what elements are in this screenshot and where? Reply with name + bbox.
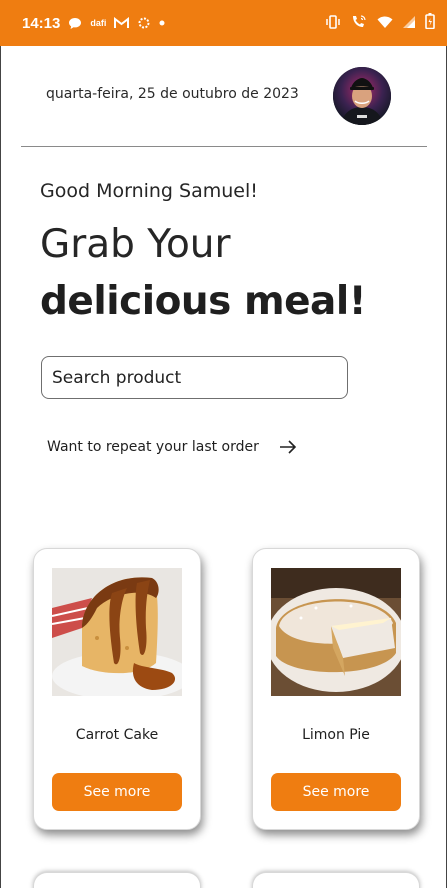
signal-icon (402, 14, 416, 33)
gmail-icon (114, 17, 130, 29)
search-box[interactable] (41, 356, 348, 399)
repeat-order-link[interactable]: Want to repeat your last order (47, 438, 297, 456)
product-card-carrot-cake[interactable]: Carrot Cake See more (33, 548, 201, 830)
status-time: 14:13 (22, 14, 61, 32)
search-input[interactable] (52, 367, 347, 388)
header-divider (21, 146, 427, 147)
headline-line-2: delicious meal! (40, 279, 367, 324)
chat-bubble-icon (68, 17, 82, 30)
wifi-icon (377, 14, 393, 33)
product-card-peek[interactable] (252, 872, 420, 888)
daily-app-icon: dafi (90, 18, 107, 28)
vibrate-icon (325, 14, 341, 33)
carrot-cake-image (52, 568, 182, 696)
product-card-limon-pie[interactable]: Limon Pie See more (252, 548, 420, 830)
wifi-calling-icon (350, 14, 368, 33)
arrow-right-icon[interactable] (279, 438, 297, 456)
product-name: Limon Pie (302, 727, 370, 743)
product-card-peek[interactable] (33, 872, 201, 888)
greeting-text: Good Morning Samuel! (40, 180, 258, 202)
dot-icon (159, 20, 165, 26)
repeat-order-label: Want to repeat your last order (47, 439, 259, 455)
product-name: Carrot Cake (75, 727, 159, 743)
settings-gear-icon (137, 16, 151, 30)
status-bar: 14:13 dafi (0, 0, 447, 46)
current-date: quarta-feira, 25 de outubro de 2023 (46, 86, 299, 102)
see-more-button[interactable]: See more (271, 773, 401, 811)
headline-line-1: Grab Your (40, 222, 231, 267)
see-more-button[interactable]: See more (52, 773, 182, 811)
lemon-pie-image (271, 568, 401, 696)
battery-icon (425, 13, 435, 33)
avatar[interactable] (333, 67, 391, 125)
